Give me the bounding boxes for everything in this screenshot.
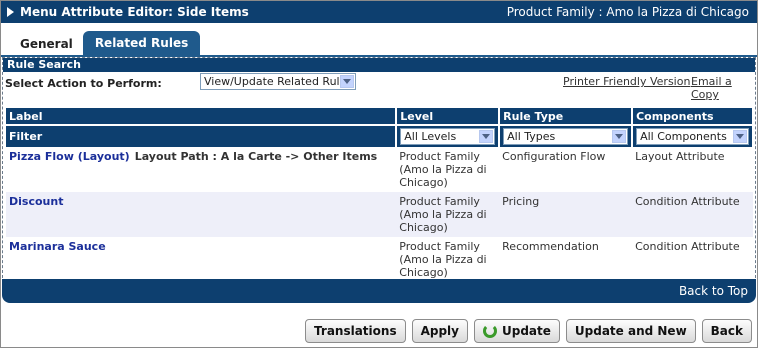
table-header-row: Label Level Rule Type Components bbox=[6, 108, 754, 125]
action-buttons: Translations Apply Update Update and New… bbox=[305, 319, 752, 343]
row-level: Product Family (Amo la Pizza di Chicago) bbox=[399, 150, 487, 189]
row-components: Condition Attribute bbox=[632, 192, 753, 237]
panel-footer: Back to Top bbox=[2, 279, 756, 303]
action-select-value: View/Update Related Rules bbox=[204, 75, 353, 88]
filter-rule-type-value: All Types bbox=[507, 130, 556, 143]
column-header-rule-type: Rule Type bbox=[499, 108, 634, 125]
column-header-level: Level bbox=[396, 108, 501, 125]
rule-link-discount[interactable]: Discount bbox=[9, 195, 63, 208]
refresh-icon bbox=[483, 324, 497, 338]
filter-level-select[interactable]: All Levels bbox=[400, 128, 496, 145]
table-row: Pizza Flow (Layout) Layout Path : A la Ca… bbox=[6, 147, 753, 192]
update-button[interactable]: Update bbox=[474, 319, 560, 343]
update-button-label: Update bbox=[502, 324, 551, 338]
chevron-down-icon[interactable] bbox=[340, 75, 354, 88]
back-button-label: Back bbox=[710, 324, 743, 338]
filter-components-cell: All Components bbox=[632, 124, 754, 147]
row-rule-type: Pricing bbox=[499, 192, 633, 237]
translations-button-label: Translations bbox=[314, 324, 397, 338]
rule-link-pizza-flow[interactable]: Pizza Flow (Layout) bbox=[9, 150, 130, 163]
panel-title: Rule Search bbox=[3, 58, 755, 72]
filter-label: Filter bbox=[6, 124, 398, 147]
row-level: Product Family (Amo la Pizza di Chicago) bbox=[396, 192, 500, 237]
update-and-new-button-label: Update and New bbox=[574, 324, 687, 338]
filter-components-value: All Components bbox=[640, 130, 727, 143]
tab-related-rules[interactable]: Related Rules bbox=[82, 31, 201, 55]
rule-search-panel: Rule Search Select Action to Perform: Vi… bbox=[2, 57, 756, 279]
filter-level-cell: All Levels bbox=[396, 124, 501, 147]
row-rule-type: Configuration Flow bbox=[502, 150, 606, 163]
chevron-down-icon[interactable] bbox=[733, 130, 747, 143]
filter-rule-type-cell: All Types bbox=[499, 124, 634, 147]
table-row: Marinara Sauce Product Family (Amo la Pi… bbox=[6, 237, 753, 282]
row-level: Product Family (Amo la Pizza di Chicago) bbox=[399, 240, 487, 279]
column-header-label: Label bbox=[6, 108, 398, 125]
apply-button[interactable]: Apply bbox=[411, 319, 468, 343]
translations-button[interactable]: Translations bbox=[305, 319, 406, 343]
filter-level-value: All Levels bbox=[404, 130, 457, 143]
table-row: Discount Product Family (Amo la Pizza di… bbox=[6, 192, 753, 237]
row-label-cell: Discount bbox=[6, 192, 397, 237]
printer-friendly-link[interactable]: Printer Friendly Version bbox=[563, 75, 690, 88]
filter-components-select[interactable]: All Components bbox=[636, 128, 749, 145]
triangle-right-icon bbox=[7, 7, 14, 17]
window-title: Menu Attribute Editor: Side Items bbox=[20, 5, 249, 19]
rule-link-marinara-sauce[interactable]: Marinara Sauce bbox=[9, 240, 106, 253]
back-to-top-link[interactable]: Back to Top bbox=[679, 284, 748, 298]
rules-table: Label Level Rule Type Components Filter … bbox=[6, 108, 754, 282]
row-label-cell: Pizza Flow (Layout) Layout Path : A la Ca… bbox=[6, 147, 396, 192]
product-family-context: Product Family : Amo la Pizza di Chicago bbox=[506, 5, 749, 19]
back-button[interactable]: Back bbox=[701, 319, 752, 343]
tab-general[interactable]: General bbox=[10, 33, 83, 55]
tab-bar: General Related Rules bbox=[10, 31, 201, 55]
row-label-cell: Marinara Sauce bbox=[6, 237, 396, 282]
email-copy-link[interactable]: Email a Copy bbox=[691, 75, 755, 101]
action-select[interactable]: View/Update Related Rules bbox=[200, 73, 356, 90]
update-and-new-button[interactable]: Update and New bbox=[565, 319, 696, 343]
filter-rule-type-select[interactable]: All Types bbox=[503, 128, 629, 145]
chevron-down-icon[interactable] bbox=[479, 130, 494, 143]
action-label: Select Action to Perform: bbox=[5, 77, 162, 90]
layout-path: Layout Path : A la Carte -> Other Items bbox=[134, 150, 378, 163]
apply-button-label: Apply bbox=[420, 324, 459, 338]
row-components: Condition Attribute bbox=[635, 240, 740, 253]
column-header-components: Components bbox=[632, 108, 754, 125]
title-bar: Menu Attribute Editor: Side Items Produc… bbox=[1, 1, 757, 23]
action-row: Select Action to Perform: View/Update Re… bbox=[3, 72, 755, 106]
row-components: Layout Attribute bbox=[635, 150, 725, 163]
filter-row: Filter All Levels All Types All Componen… bbox=[6, 124, 754, 147]
chevron-down-icon[interactable] bbox=[612, 130, 627, 143]
row-rule-type: Recommendation bbox=[502, 240, 599, 253]
